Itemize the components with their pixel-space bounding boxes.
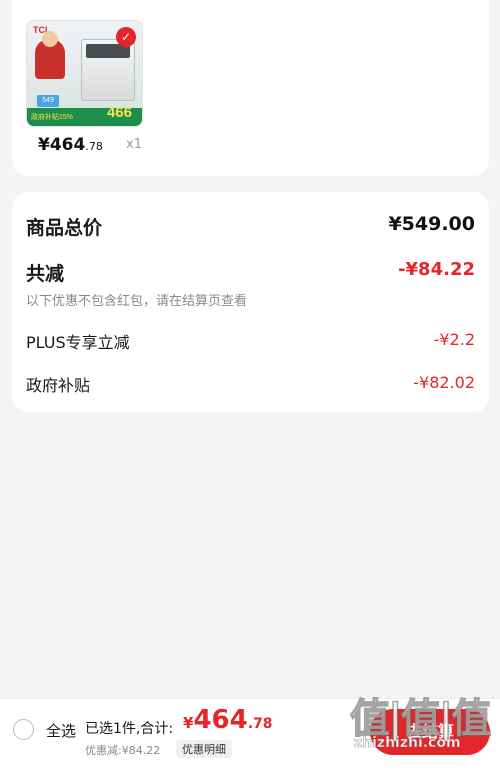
subsidy-strip-text: 政府补贴15% bbox=[31, 114, 74, 121]
subsidy-strip: 政府补贴15% 466 bbox=[27, 104, 142, 126]
total-label: 商品总价 bbox=[26, 217, 103, 239]
reduce-value: -¥84.22 bbox=[398, 259, 475, 280]
select-all-label[interactable]: 全选 bbox=[46, 720, 76, 741]
selected-summary: 已选1件,合计: bbox=[85, 721, 174, 737]
plus-discount-value: -¥2.2 bbox=[433, 330, 475, 349]
checkout-button[interactable]: 去结算 bbox=[370, 709, 490, 755]
price-summary-card: 商品总价 ¥549.00 共减 -¥84.22 以下优惠不包含红包，请在结算页查… bbox=[12, 192, 489, 412]
total-value: ¥549.00 bbox=[388, 213, 475, 235]
grand-total-decimal: .78 bbox=[247, 716, 273, 732]
spokesperson-head bbox=[42, 31, 58, 47]
grand-total-int: 464 bbox=[193, 705, 248, 735]
product-thumbnail[interactable]: TCL ✓ 549 政府补贴15% 466 bbox=[26, 20, 143, 127]
item-price: ¥464.78 bbox=[38, 135, 103, 155]
item-price-int: 464 bbox=[49, 135, 86, 155]
selected-check-icon[interactable]: ✓ bbox=[116, 27, 136, 47]
grand-total-symbol: ¥ bbox=[183, 714, 194, 732]
gov-subsidy-value: -¥82.02 bbox=[413, 373, 475, 392]
select-all-radio[interactable] bbox=[13, 719, 34, 740]
grand-total: ¥464.78 bbox=[183, 705, 273, 735]
cart-item-card: TCL ✓ 549 政府补贴15% 466 ¥464.78 x1 bbox=[12, 0, 489, 176]
plus-discount-label: PLUS专享立减 bbox=[26, 333, 130, 352]
checkout-bar: 全选 已选1件,合计: ¥464.78 优惠减:¥84.22 优惠明细 去结算 bbox=[0, 698, 500, 771]
subsidy-strip-price: 466 bbox=[106, 104, 132, 121]
gov-subsidy-label: 政府补贴 bbox=[26, 376, 91, 395]
thumbnail-price-tag: 549 bbox=[37, 95, 59, 107]
discount-amount: 优惠减:¥84.22 bbox=[85, 744, 161, 757]
reduce-note: 以下优惠不包含红包，请在结算页查看 bbox=[26, 294, 248, 309]
discount-detail-button[interactable]: 优惠明细 bbox=[176, 740, 232, 758]
item-quantity: x1 bbox=[126, 137, 142, 152]
washing-machine-image bbox=[81, 39, 135, 101]
item-price-decimal: .78 bbox=[85, 140, 103, 153]
reduce-label: 共减 bbox=[26, 263, 65, 285]
item-price-symbol: ¥ bbox=[38, 135, 50, 155]
